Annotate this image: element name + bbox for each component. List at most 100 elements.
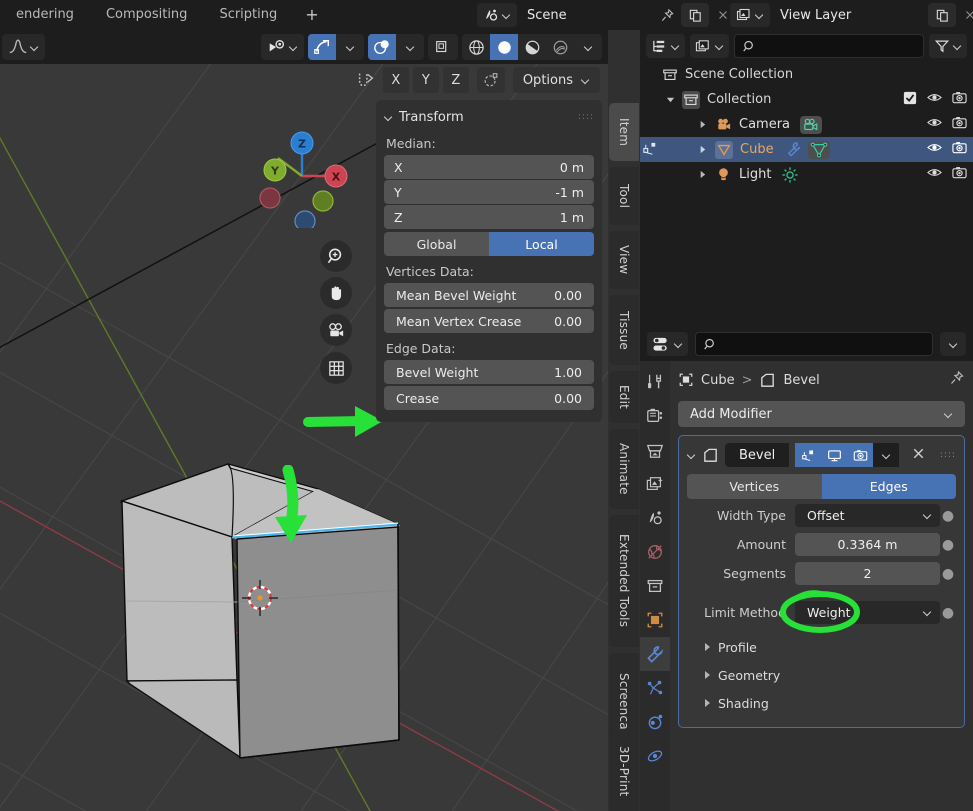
properties-options-button[interactable] bbox=[940, 332, 966, 356]
modifier-realtime-toggle[interactable] bbox=[821, 443, 848, 467]
sidebar-tab-animate[interactable]: Animate bbox=[609, 429, 639, 509]
drag-dots-icon[interactable]: :::: bbox=[578, 113, 594, 122]
shading-material-preview-button[interactable] bbox=[518, 34, 546, 60]
bevel-subpanel-geometry[interactable]: Geometry bbox=[687, 661, 956, 689]
snap-magnet-button[interactable] bbox=[353, 67, 379, 93]
bevel-width-type-dropdown[interactable]: Offset bbox=[795, 504, 940, 527]
gizmo-options-button[interactable] bbox=[336, 34, 364, 60]
workspace-tab-scripting[interactable]: Scripting bbox=[203, 0, 293, 30]
proportional-editing-button[interactable] bbox=[476, 67, 505, 93]
sidebar-tab-tool[interactable]: Tool bbox=[609, 167, 639, 225]
viewport-toggle-ortho-button[interactable] bbox=[320, 352, 352, 384]
properties-tab-render[interactable] bbox=[640, 399, 670, 433]
outliner-row-light[interactable]: Light bbox=[640, 162, 973, 187]
gizmo-toggle-button[interactable] bbox=[308, 34, 336, 60]
space-local-button[interactable]: Local bbox=[489, 232, 594, 256]
properties-tab-view-layer[interactable] bbox=[640, 467, 670, 501]
properties-search-input[interactable] bbox=[695, 332, 933, 356]
breadcrumb-object[interactable]: Cube bbox=[701, 373, 735, 388]
xray-toggle-button[interactable] bbox=[428, 34, 458, 60]
scene-pin-button[interactable] bbox=[653, 3, 681, 27]
workspace-tab-rendering[interactable]: endering bbox=[0, 0, 90, 30]
outliner-filter-button[interactable] bbox=[929, 34, 967, 58]
space-global-button[interactable]: Global bbox=[384, 232, 489, 256]
axis-x-button[interactable]: X bbox=[382, 67, 409, 93]
camera-render-icon[interactable] bbox=[952, 115, 967, 134]
modifier-editmode-toggle[interactable] bbox=[795, 443, 822, 467]
shading-solid-button[interactable] bbox=[490, 34, 518, 60]
animate-property-dot[interactable]: ● bbox=[940, 605, 956, 621]
properties-tab-tool[interactable] bbox=[640, 365, 670, 399]
sidebar-tab-edit[interactable]: Edit bbox=[609, 371, 639, 423]
axis-y-button[interactable]: Y bbox=[412, 67, 439, 93]
scene-name-field[interactable]: Scene bbox=[517, 3, 653, 27]
outliner-row-scene-collection[interactable]: Scene Collection bbox=[640, 62, 973, 87]
outliner-row-camera[interactable]: Camera bbox=[640, 112, 973, 137]
outliner-filter-id-button[interactable] bbox=[690, 34, 729, 58]
bevel-segments-field[interactable]: 2 bbox=[795, 562, 940, 585]
disclosure-triangle-right-icon[interactable] bbox=[694, 170, 710, 179]
object-visibility-button[interactable] bbox=[261, 34, 304, 60]
transform-panel-header[interactable]: Transform :::: bbox=[384, 106, 594, 128]
shading-rendered-button[interactable] bbox=[546, 34, 574, 60]
camera-render-icon[interactable] bbox=[952, 140, 967, 159]
properties-tab-collection[interactable] bbox=[640, 569, 670, 603]
view-layer-name-field[interactable]: View Layer bbox=[770, 3, 928, 27]
scene-browse-button[interactable] bbox=[477, 3, 517, 27]
bevel-amount-field[interactable]: 0.3364 m bbox=[795, 533, 940, 556]
outliner-row-collection[interactable]: Collection bbox=[640, 87, 973, 112]
shading-wireframe-button[interactable] bbox=[462, 34, 490, 60]
bevel-affect-vertices-button[interactable]: Vertices bbox=[687, 474, 822, 499]
median-x-field[interactable]: X 0 m bbox=[384, 155, 594, 179]
overlays-options-button[interactable] bbox=[396, 34, 424, 60]
outliner-search-input[interactable] bbox=[734, 34, 924, 58]
proportional-falloff-button[interactable] bbox=[2, 34, 45, 60]
viewport-camera-button[interactable] bbox=[320, 314, 352, 346]
properties-tab-particles[interactable] bbox=[640, 671, 670, 705]
sidebar-tab-view[interactable]: View bbox=[609, 231, 639, 289]
crease-field[interactable]: Crease 0.00 bbox=[384, 386, 594, 410]
overlays-toggle-button[interactable] bbox=[368, 34, 396, 60]
properties-tab-object[interactable] bbox=[640, 603, 670, 637]
mean-vertex-crease-field[interactable]: Mean Vertex Crease 0.00 bbox=[384, 309, 594, 333]
modifier-render-toggle[interactable] bbox=[847, 443, 874, 467]
modifier-delete-button[interactable] bbox=[911, 446, 926, 464]
properties-tab-output[interactable] bbox=[640, 433, 670, 467]
properties-tab-physics[interactable] bbox=[640, 705, 670, 739]
chevron-down-icon[interactable] bbox=[687, 451, 696, 460]
sidebar-tab-tissue[interactable]: Tissue bbox=[609, 295, 639, 365]
axis-z-button[interactable]: Z bbox=[442, 67, 469, 93]
eye-visibility-icon[interactable] bbox=[927, 140, 942, 159]
view-layer-new-button[interactable] bbox=[928, 3, 956, 27]
mean-bevel-weight-field[interactable]: Mean Bevel Weight 0.00 bbox=[384, 283, 594, 307]
collection-checkbox[interactable] bbox=[903, 91, 917, 109]
bevel-subpanel-shading[interactable]: Shading bbox=[687, 689, 956, 717]
view-layer-unlink-button[interactable] bbox=[956, 3, 973, 27]
navigation-gizmo[interactable]: Z X Y bbox=[252, 128, 352, 228]
properties-pin-button[interactable] bbox=[949, 370, 965, 390]
mesh-object-icon[interactable] bbox=[807, 140, 830, 159]
modifier-extras-button[interactable] bbox=[873, 443, 900, 467]
camera-render-icon[interactable] bbox=[952, 90, 967, 109]
median-z-field[interactable]: Z 1 m bbox=[384, 205, 594, 229]
breadcrumb-modifier[interactable]: Bevel bbox=[783, 373, 819, 388]
viewport-pan-button[interactable] bbox=[320, 277, 352, 309]
properties-tab-modifiers[interactable] bbox=[640, 637, 670, 671]
properties-tab-world[interactable] bbox=[640, 535, 670, 569]
add-workspace-button[interactable]: + bbox=[293, 0, 330, 30]
modifier-name-field[interactable]: Bevel bbox=[725, 443, 790, 467]
animate-property-dot[interactable]: ● bbox=[940, 566, 956, 582]
sidebar-tab-extended-tools[interactable]: Extended Tools bbox=[609, 515, 639, 647]
properties-tab-constraints[interactable] bbox=[640, 739, 670, 773]
add-modifier-button[interactable]: Add Modifier bbox=[678, 401, 965, 427]
bevel-subpanel-profile[interactable]: Profile bbox=[687, 633, 956, 661]
viewport-zoom-button[interactable] bbox=[320, 240, 352, 272]
eye-visibility-icon[interactable] bbox=[927, 165, 942, 184]
shading-options-button[interactable] bbox=[574, 34, 602, 60]
animate-property-dot[interactable]: ● bbox=[940, 537, 956, 553]
drag-dots-icon[interactable]: :::: bbox=[940, 451, 956, 460]
disclosure-triangle-right-icon[interactable] bbox=[694, 120, 710, 129]
animate-property-dot[interactable]: ● bbox=[940, 508, 956, 524]
bevel-weight-field[interactable]: Bevel Weight 1.00 bbox=[384, 360, 594, 384]
workspace-tab-compositing[interactable]: Compositing bbox=[90, 0, 204, 30]
